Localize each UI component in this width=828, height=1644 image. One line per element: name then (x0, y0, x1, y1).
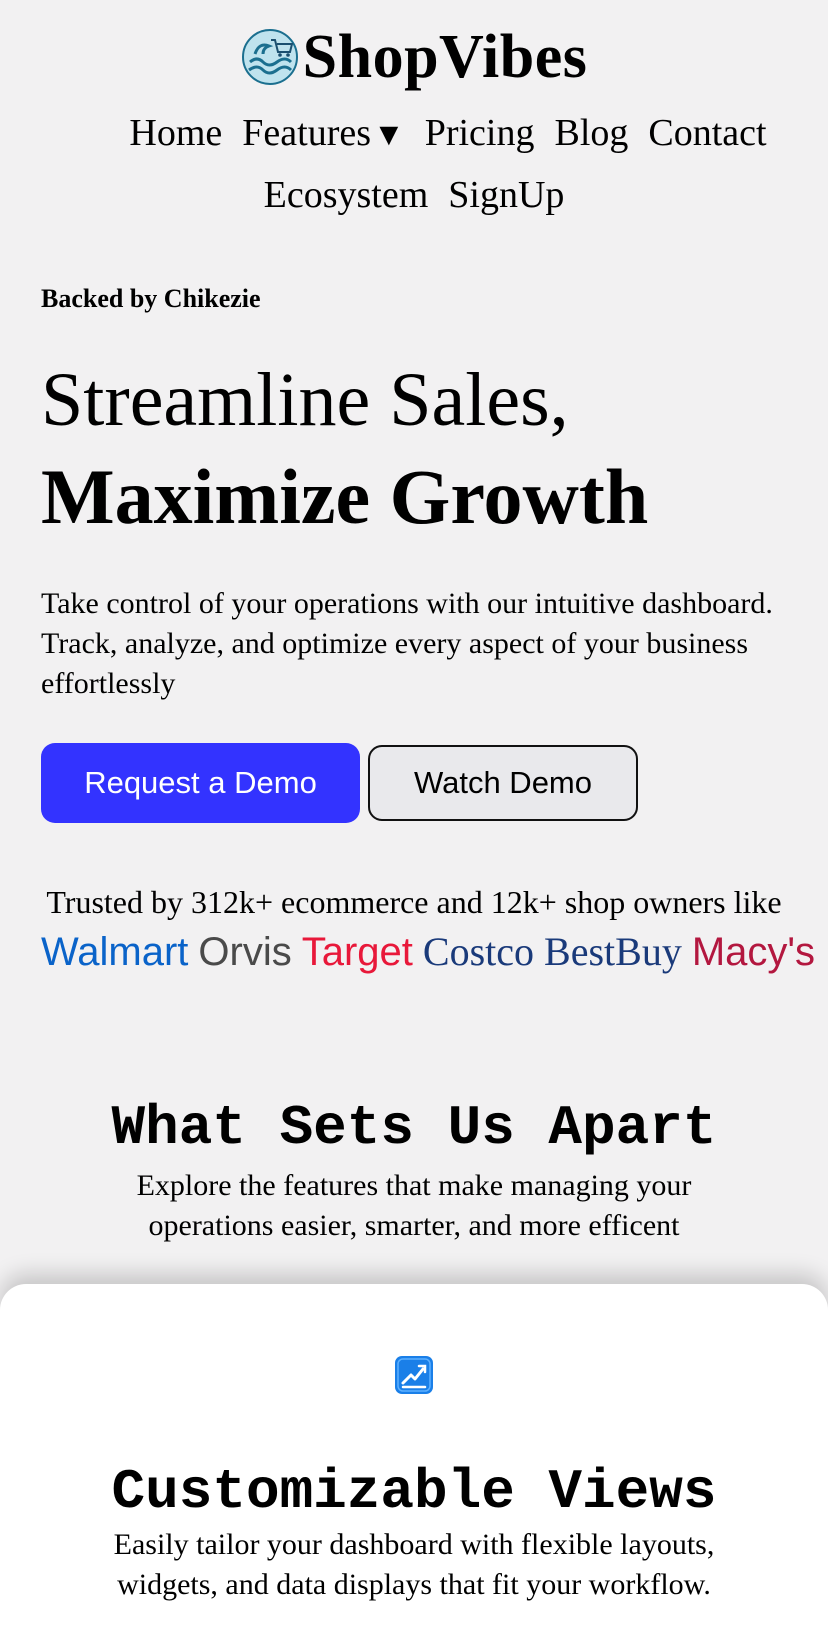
brand[interactable]: ShopVibes (0, 22, 828, 92)
trusted-by-text: Trusted by 312k+ ecommerce and 12k+ shop… (46, 884, 782, 920)
section-subtitle: Explore the features that make managing … (0, 1166, 828, 1246)
costco-logo: Costco (422, 929, 535, 974)
bestbuy-logo: BestBuy (544, 929, 682, 974)
nav-blog[interactable]: Blog (554, 114, 628, 152)
main-nav: Home Features▼ Pricing Blog Contact (0, 114, 828, 152)
section-title: What Sets Us Apart (111, 1096, 717, 1160)
nav-contact[interactable]: Contact (648, 114, 766, 152)
section-subtitle-line2: operations easier, smarter, and more eff… (148, 1209, 680, 1242)
orvis-logo: Orvis (198, 930, 292, 974)
walmart-logo: Walmart (41, 930, 189, 974)
caret-down-icon: ▼ (373, 116, 405, 152)
brand-name: ShopVibes (302, 23, 588, 91)
hero-description: Take control of your operations with our… (41, 584, 828, 704)
brand-logos: Walmart Orvis Target Costco BestBuy Macy… (41, 928, 825, 974)
feature-description-line2: widgets, and data displays that fit your… (117, 1568, 711, 1601)
wave-cart-logo-icon (241, 29, 298, 85)
chart-edit-icon (395, 1356, 433, 1394)
backed-by-label: Backed by Chikezie (41, 284, 261, 313)
request-demo-button[interactable]: Request a Demo (41, 743, 360, 823)
nav-features-label: Features (242, 112, 372, 154)
secondary-nav: Ecosystem SignUp (0, 176, 828, 214)
headline-line2: Maximize Growth (41, 453, 649, 540)
target-logo: Target (301, 930, 413, 974)
nav-features[interactable]: Features▼ (242, 114, 404, 152)
nav-pricing[interactable]: Pricing (425, 114, 535, 152)
hero-description-line1: Take control of your operations with our… (41, 587, 773, 620)
hero-description-line2: Track, analyze, and optimize every aspec… (41, 627, 749, 660)
feature-description-line1: Easily tailor your dashboard with flexib… (113, 1528, 715, 1561)
watch-demo-button[interactable]: Watch Demo (368, 745, 638, 821)
section-subtitle-line1: Explore the features that make managing … (136, 1169, 692, 1202)
nav-home[interactable]: Home (129, 114, 222, 152)
feature-description: Easily tailor your dashboard with flexib… (0, 1525, 828, 1605)
nav-signup[interactable]: SignUp (448, 176, 564, 214)
nav-ecosystem[interactable]: Ecosystem (264, 176, 429, 214)
headline-line1: Streamline Sales, (41, 358, 569, 442)
hero-description-line3: effortlessly (41, 667, 176, 700)
macys-logo: Macy's (691, 930, 816, 974)
feature-title: Customizable Views (111, 1460, 717, 1524)
